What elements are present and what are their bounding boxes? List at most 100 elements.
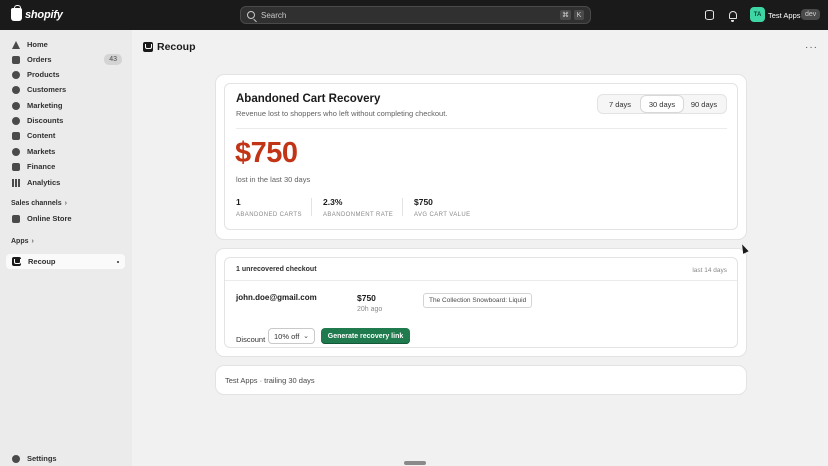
- sidebar-item-label: Online Store: [27, 214, 72, 223]
- discount-select[interactable]: 10% off ⌄: [268, 328, 315, 344]
- discount-label: Discount: [236, 335, 266, 344]
- stat-label: ABANDONED CARTS: [236, 212, 302, 218]
- home-icon: [12, 40, 20, 49]
- range-90-days[interactable]: 90 days: [683, 96, 725, 112]
- sidebar-item-label: Analytics: [27, 178, 61, 187]
- chevron-right-icon: ›: [64, 200, 67, 207]
- stat-separator: [311, 198, 312, 216]
- sidebar-item-discounts[interactable]: Discounts: [6, 113, 125, 128]
- summary-card: Abandoned Cart Recovery Revenue lost to …: [224, 83, 738, 230]
- sidebar-item-content[interactable]: Content: [6, 128, 125, 143]
- search-input[interactable]: [261, 10, 557, 20]
- checkout-header: 1 unrecovered checkout last 14 days: [225, 258, 737, 281]
- sidebar-item-label: Marketing: [27, 101, 63, 110]
- chevron-down-icon: ⌄: [303, 333, 309, 340]
- sidebar-item-label: Content: [27, 131, 56, 140]
- sidebar-item-label: Settings: [27, 454, 57, 463]
- sidebar-item-label: Products: [27, 70, 60, 79]
- sidebar-item-home[interactable]: Home: [6, 37, 125, 52]
- generate-recovery-link-button[interactable]: Generate recovery link: [321, 328, 410, 344]
- more-actions-icon[interactable]: ···: [805, 42, 817, 53]
- shortcut-key-k: K: [574, 10, 584, 20]
- sidebar-item-analytics[interactable]: Analytics: [6, 175, 125, 190]
- sidebar-item-online-store[interactable]: Online Store: [6, 211, 125, 226]
- scroll-handle[interactable]: [404, 461, 426, 465]
- sidebar-item-marketing[interactable]: Marketing: [6, 98, 125, 113]
- env-badge: dev: [801, 9, 821, 20]
- stat-abandonment-rate: 2.3% ABANDONMENT RATE: [323, 197, 393, 218]
- divider: [236, 128, 727, 129]
- target-icon: [12, 101, 20, 110]
- sidebar-item-orders[interactable]: Orders 43: [6, 52, 125, 67]
- sidebar-item-markets[interactable]: Markets: [6, 144, 125, 159]
- page-header: Recoup: [143, 41, 196, 53]
- stat-value: $750: [414, 197, 433, 207]
- sales-channels-label: Sales channels: [11, 200, 62, 207]
- footer-panel: Test Apps · trailing 30 days: [216, 366, 746, 394]
- globe-icon: [12, 147, 20, 156]
- bell-icon[interactable]: [727, 9, 739, 22]
- lost-revenue-note: lost in the last 30 days: [236, 175, 311, 184]
- recoup-app-icon: [12, 257, 21, 266]
- store-name[interactable]: Test Apps: [768, 11, 801, 20]
- active-dot: [117, 261, 119, 263]
- card-subtitle: Revenue lost to shoppers who left withou…: [236, 109, 448, 118]
- sidebar-item-label: Discounts: [27, 116, 64, 125]
- time-ago: 20h ago: [357, 306, 383, 313]
- stat-value: 2.3%: [323, 197, 343, 207]
- orders-icon: [12, 55, 20, 64]
- lost-revenue-amount: $750: [235, 137, 298, 169]
- store-icon: [12, 214, 20, 223]
- sales-channels-heading[interactable]: Sales channels ›: [11, 200, 67, 207]
- sidebar-item-label: Orders: [27, 55, 52, 64]
- sidebar-item-finance[interactable]: Finance: [6, 159, 125, 174]
- sidebar-item-label: Finance: [27, 162, 56, 171]
- cart-value: $750: [357, 293, 376, 303]
- search-icon: [247, 11, 255, 19]
- brand-name: shopify: [25, 8, 63, 21]
- sidebar-item-customers[interactable]: Customers: [6, 82, 125, 97]
- footer-text: Test Apps · trailing 30 days: [225, 376, 315, 385]
- shopify-logo[interactable]: shopify: [11, 5, 63, 21]
- card-title: Abandoned Cart Recovery: [236, 93, 381, 105]
- checkout-period: last 14 days: [692, 267, 727, 274]
- checkout-count: 1 unrecovered checkout: [236, 266, 317, 273]
- sidebar-item-label: Home: [27, 40, 48, 49]
- avatar[interactable]: TA: [750, 7, 765, 22]
- stat-label: ABANDONMENT RATE: [323, 212, 394, 218]
- chart-icon: [12, 178, 20, 187]
- sidebar-item-settings[interactable]: Settings: [6, 451, 125, 466]
- product-tag: The Collection Snowboard: Liquid: [423, 293, 533, 308]
- stat-value: 1: [236, 197, 241, 207]
- search-bar[interactable]: ⌘ K: [240, 6, 591, 24]
- sidebar-item-products[interactable]: Products: [6, 67, 125, 82]
- chevron-right-icon: ›: [31, 238, 34, 245]
- sidebar-item-label: Customers: [27, 85, 67, 94]
- bank-icon: [12, 162, 20, 171]
- page-title: Recoup: [157, 41, 196, 53]
- tag-icon: [12, 70, 20, 79]
- summary-panel: Abandoned Cart Recovery Revenue lost to …: [216, 75, 746, 239]
- sidebar: Home Orders 43 Products Customers Market…: [0, 30, 132, 466]
- top-bar: shopify ⌘ K TA Test Apps dev: [0, 0, 828, 30]
- range-7-days[interactable]: 7 days: [599, 96, 641, 112]
- content-icon: [12, 131, 20, 140]
- sidebar-item-label: Markets: [27, 147, 56, 156]
- sidebar-item-recoup[interactable]: Recoup: [6, 254, 125, 269]
- range-selector: 7 days 30 days 90 days: [597, 94, 727, 114]
- stat-avg-cart-value: $750 AVG CART VALUE: [414, 197, 471, 218]
- discount-icon: [12, 116, 20, 125]
- apps-label: Apps: [11, 238, 29, 245]
- checkout-card: 1 unrecovered checkout last 14 days john…: [224, 257, 738, 348]
- apps-heading[interactable]: Apps ›: [11, 238, 34, 245]
- recoup-app-icon: [143, 42, 153, 52]
- orders-count-badge: 43: [104, 54, 122, 65]
- checkout-panel: 1 unrecovered checkout last 14 days john…: [216, 249, 746, 356]
- database-icon[interactable]: [703, 9, 715, 21]
- range-30-days[interactable]: 30 days: [641, 96, 683, 112]
- shopify-bag-icon: [11, 5, 22, 21]
- stat-label: AVG CART VALUE: [414, 212, 471, 218]
- gear-icon: [12, 454, 20, 463]
- stat-abandoned-carts: 1 ABANDONED CARTS: [236, 197, 302, 218]
- stat-separator: [402, 198, 403, 216]
